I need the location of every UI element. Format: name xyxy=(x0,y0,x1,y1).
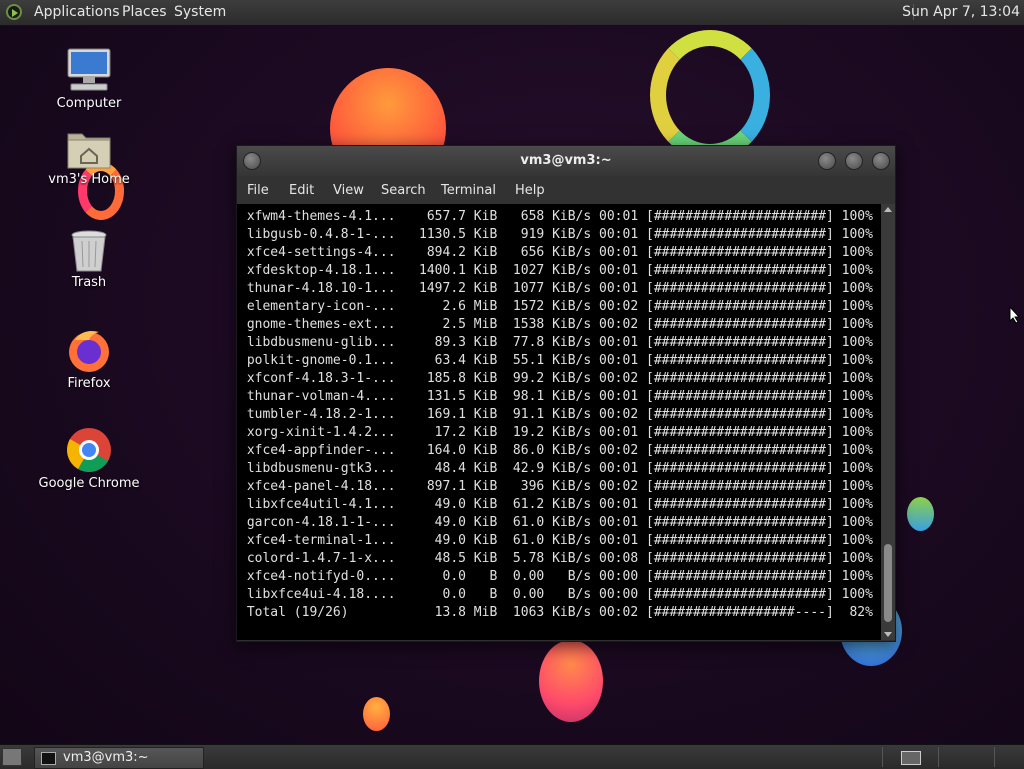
menu-system[interactable]: System xyxy=(174,4,226,20)
desktop-icon-label: vm3's Home xyxy=(48,172,130,187)
terminal-line: elementary-icon-... 2.6 MiB 1572 KiB/s 0… xyxy=(239,299,873,314)
wallpaper-ring xyxy=(650,30,770,160)
menu-terminal[interactable]: Terminal xyxy=(441,183,496,198)
trash-icon xyxy=(69,229,109,273)
firefox-icon xyxy=(65,326,113,374)
menu-logo-icon[interactable] xyxy=(6,4,22,20)
maximize-button[interactable] xyxy=(845,152,863,170)
terminal-menubar: File Edit View Search Terminal Help xyxy=(237,176,895,204)
terminal-line: libxfce4util-4.1... 49.0 KiB 61.2 KiB/s … xyxy=(239,497,873,512)
menu-view[interactable]: View xyxy=(333,183,364,198)
chrome-icon xyxy=(65,426,113,474)
terminal-line: xorg-xinit-1.4.2... 17.2 KiB 19.2 KiB/s … xyxy=(239,425,873,440)
workspace-3[interactable] xyxy=(994,747,1024,767)
scrollbar-thumb[interactable] xyxy=(884,544,892,622)
menu-help[interactable]: Help xyxy=(515,183,545,198)
window-title: vm3@vm3:~ xyxy=(520,153,612,168)
terminal-line: xfdesktop-4.18.1... 1400.1 KiB 1027 KiB/… xyxy=(239,263,873,278)
terminal-line: xfce4-terminal-1... 49.0 KiB 61.0 KiB/s … xyxy=(239,533,873,548)
clock[interactable]: Sun Apr 7, 13:04 xyxy=(902,4,1020,20)
taskbar-label: vm3@vm3:~ xyxy=(63,750,149,765)
menu-search[interactable]: Search xyxy=(381,183,426,198)
menu-file[interactable]: File xyxy=(247,183,269,198)
show-desktop-icon[interactable] xyxy=(2,748,22,766)
desktop-icon-firefox[interactable]: Firefox xyxy=(34,326,144,391)
terminal-line: libgusb-0.4.8-1-... 1130.5 KiB 919 KiB/s… xyxy=(239,227,873,242)
mouse-pointer-icon xyxy=(1009,306,1021,324)
workspace-2[interactable] xyxy=(938,747,995,767)
window-titlebar[interactable]: vm3@vm3:~ xyxy=(237,146,895,176)
desktop-icon-label: Trash xyxy=(71,275,107,290)
desktop-icon-home[interactable]: vm3's Home xyxy=(34,128,144,187)
desktop-icon-chrome[interactable]: Google Chrome xyxy=(34,426,144,491)
taskbar-terminal-button[interactable]: vm3@vm3:~ xyxy=(34,747,204,769)
desktop-icon-trash[interactable]: Trash xyxy=(34,229,144,290)
terminal-window[interactable]: vm3@vm3:~ File Edit View Search Terminal… xyxy=(236,145,896,642)
scroll-down-arrow-icon[interactable] xyxy=(884,632,892,637)
wallpaper-pink-blob xyxy=(539,640,603,722)
terminal-line: thunar-volman-4.... 131.5 KiB 98.1 KiB/s… xyxy=(239,389,873,404)
terminal-line: libxfce4ui-4.18.... 0.0 B 0.00 B/s 00:00… xyxy=(239,587,873,602)
terminal-line: xfce4-appfinder-... 164.0 KiB 86.0 KiB/s… xyxy=(239,443,873,458)
desktop-icon-label: Google Chrome xyxy=(38,476,140,491)
minimize-button[interactable] xyxy=(818,152,836,170)
wallpaper-small-orange-blob xyxy=(363,697,390,731)
terminal-line: xfwm4-themes-4.1... 657.7 KiB 658 KiB/s … xyxy=(239,209,873,224)
close-button[interactable] xyxy=(872,152,890,170)
workspace-1[interactable] xyxy=(882,747,939,767)
home-folder-icon xyxy=(65,128,113,170)
workspace-preview xyxy=(901,751,921,765)
terminal-line: colord-1.4.7-1-x... 48.5 KiB 5.78 KiB/s … xyxy=(239,551,873,566)
terminal-output[interactable]: xfwm4-themes-4.1... 657.7 KiB 658 KiB/s … xyxy=(237,204,881,640)
bottom-panel: vm3@vm3:~ xyxy=(0,744,1024,769)
desktop-icon-computer[interactable]: Computer xyxy=(34,46,144,111)
terminal-line: xfconf-4.18.3-1-... 185.8 KiB 99.2 KiB/s… xyxy=(239,371,873,386)
terminal-icon xyxy=(41,752,56,765)
terminal-line: libdbusmenu-gtk3... 48.4 KiB 42.9 KiB/s … xyxy=(239,461,873,476)
top-panel: Applications Places System Sun Apr 7, 13… xyxy=(0,0,1024,26)
terminal-line: xfce4-settings-4... 894.2 KiB 656 KiB/s … xyxy=(239,245,873,260)
terminal-line: xfce4-notifyd-0.... 0.0 B 0.00 B/s 00:00… xyxy=(239,569,873,584)
terminal-line: Total (19/26) 13.8 MiB 1063 KiB/s 00:02 … xyxy=(239,605,873,620)
desktop-icon-label: Firefox xyxy=(67,376,111,391)
menu-edit[interactable]: Edit xyxy=(289,183,314,198)
terminal-line: garcon-4.18.1-1-... 49.0 KiB 61.0 KiB/s … xyxy=(239,515,873,530)
terminal-line: thunar-4.18.10-1... 1497.2 KiB 1077 KiB/… xyxy=(239,281,873,296)
menu-applications[interactable]: Applications xyxy=(34,4,120,20)
terminal-line: tumbler-4.18.2-1... 169.1 KiB 91.1 KiB/s… xyxy=(239,407,873,422)
terminal-line: polkit-gnome-0.1... 63.4 KiB 55.1 KiB/s … xyxy=(239,353,873,368)
computer-icon xyxy=(65,46,113,94)
menu-places[interactable]: Places xyxy=(122,4,167,20)
scroll-up-arrow-icon[interactable] xyxy=(884,207,892,212)
terminal-line: gnome-themes-ext... 2.5 MiB 1538 KiB/s 0… xyxy=(239,317,873,332)
terminal-line: xfce4-panel-4.18... 897.1 KiB 396 KiB/s … xyxy=(239,479,873,494)
terminal-line: libdbusmenu-glib... 89.3 KiB 77.8 KiB/s … xyxy=(239,335,873,350)
desktop-icon-label: Computer xyxy=(56,96,122,111)
wallpaper-blue-blob xyxy=(907,497,934,531)
terminal-scrollbar[interactable] xyxy=(881,204,895,640)
